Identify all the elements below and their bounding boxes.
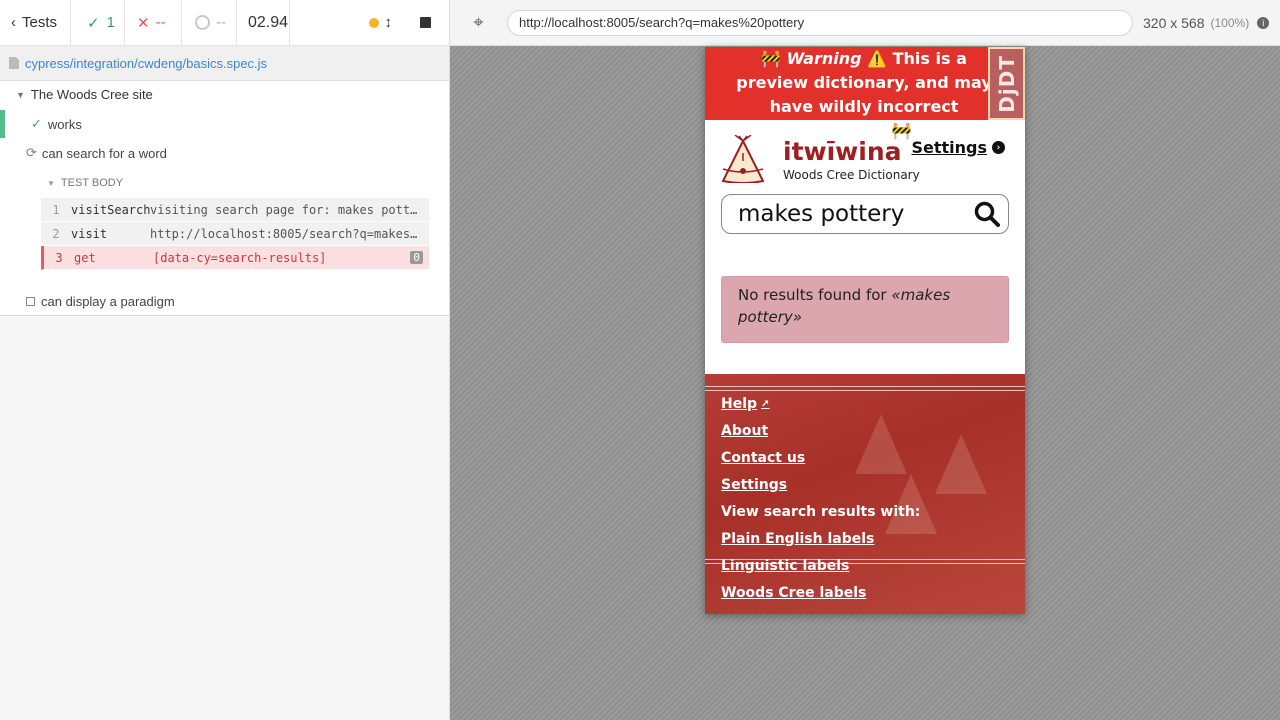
zoom-level: (100%) <box>1210 15 1250 30</box>
divider <box>705 386 1025 387</box>
command-name: visit <box>71 226 108 241</box>
info-icon[interactable]: i <box>1257 16 1270 29</box>
warning-em: Warning <box>786 49 862 68</box>
app-iframe: 🚧 Warning ⚠️ This is a preview dictionar… <box>705 47 1025 614</box>
test-item-works[interactable]: ✓ works <box>0 110 449 138</box>
stop-icon[interactable] <box>420 17 431 28</box>
run-controls: ↕ <box>290 0 449 46</box>
spec-file-bar: cypress/integration/cwdeng/basics.spec.j… <box>0 46 449 81</box>
spec-file-link[interactable]: cypress/integration/cwdeng/basics.spec.j… <box>25 56 267 71</box>
viewport-info[interactable]: 320 x 568 (100%) i <box>1143 14 1270 31</box>
footer-plain-labels-link[interactable]: Plain English labels <box>721 531 874 547</box>
footer-linguistic-labels-link[interactable]: Linguistic labels <box>721 558 849 574</box>
tipi-background-decoration <box>855 414 907 474</box>
site-subtitle: Woods Cree Dictionary <box>783 168 920 182</box>
passed-number: 1 <box>106 14 115 31</box>
settings-link[interactable]: Settings › <box>911 138 1005 157</box>
element-count-badge: 0 <box>410 251 423 264</box>
command-number: 3 <box>55 250 63 265</box>
pending-number: -- <box>216 14 226 31</box>
pending-count: -- <box>182 0 237 46</box>
caret-down-icon: ▼ <box>16 89 25 100</box>
djdt-label: DjDT <box>994 54 1019 113</box>
command-number: 1 <box>52 202 60 217</box>
suite-label: The Woods Cree site <box>30 87 153 102</box>
command-name: visitSearch <box>71 202 151 217</box>
site-title: itwīwina <box>783 137 902 166</box>
test-body-header[interactable]: ▼ TEST BODY <box>47 177 123 189</box>
auto-scroll-icon[interactable]: ↕ <box>385 14 393 31</box>
footer-settings-link[interactable]: Settings <box>721 477 787 493</box>
command-message: [data-cy=search-results] <box>153 250 327 265</box>
footer-about-link[interactable]: About <box>721 423 768 439</box>
refresh-icon: ⟳ <box>26 145 37 160</box>
tests-label: Tests <box>22 14 58 31</box>
pending-square-icon <box>26 296 35 306</box>
no-results-prefix: No results found for <box>738 286 892 304</box>
footer-cree-labels-link[interactable]: Woods Cree labels <box>721 585 866 601</box>
warning-prefix: 🚧 <box>761 49 787 68</box>
command-number: 2 <box>52 226 60 241</box>
settings-label: Settings <box>911 138 987 157</box>
file-icon <box>9 57 19 69</box>
external-link-icon: ↗ <box>761 398 770 410</box>
selector-playground-icon[interactable]: ⌖ <box>450 12 507 33</box>
url-bar[interactable]: http://localhost:8005/search?q=makes%20p… <box>507 9 1133 36</box>
search-value: makes pottery <box>738 201 905 227</box>
passed-count: ✓ 1 <box>71 0 125 46</box>
failed-count: ✕ -- <box>125 0 182 46</box>
no-results-alert: No results found for «makes pottery» <box>721 276 1009 343</box>
suite-title[interactable]: ▼ The Woods Cree site <box>16 87 153 102</box>
test-item-paradigm[interactable]: can display a paradigm <box>0 287 449 315</box>
help-label: Help <box>721 396 758 412</box>
duration: 02.94 <box>237 0 290 46</box>
site-brand[interactable]: itwīwina Woods Cree Dictionary <box>721 135 920 183</box>
footer-view-with-label: View search results with: <box>721 504 921 520</box>
x-icon: ✕ <box>137 14 150 32</box>
running-indicator-icon <box>368 17 379 28</box>
caret-down-icon: ▼ <box>47 178 55 188</box>
footer-help-link[interactable]: Help ↗ <box>721 396 769 412</box>
tipi-logo-icon <box>721 135 765 183</box>
tests-button[interactable]: ‹ Tests <box>0 0 71 46</box>
divider <box>705 390 1025 391</box>
test-item-search[interactable]: ⟳ can search for a word <box>0 139 449 167</box>
test-title: can display a paradigm <box>41 293 175 309</box>
django-debug-toolbar-handle[interactable]: DjDT <box>988 47 1025 120</box>
command-name: get <box>74 250 96 265</box>
pending-circle-icon <box>195 15 210 30</box>
passed-check-icon: ✓ <box>31 116 42 131</box>
aut-header: ⌖ http://localhost:8005/search?q=makes%2… <box>450 0 1280 46</box>
footer-contact-link[interactable]: Contact us <box>721 450 805 466</box>
failed-number: -- <box>155 14 166 31</box>
test-body-label: TEST BODY <box>60 177 124 189</box>
chevron-right-icon: › <box>992 141 1005 154</box>
tipi-background-decoration <box>935 434 987 494</box>
cypress-reporter-panel: ‹ Tests ✓ 1 ✕ -- -- 02.94 ↕ cypress/inte… <box>0 0 450 720</box>
site-footer: Help ↗ About Contact us Settings View se… <box>705 374 1025 614</box>
command-row-failing[interactable]: 3 get [data-cy=search-results] 0 <box>41 246 429 270</box>
reporter-header: ‹ Tests ✓ 1 ✕ -- -- 02.94 ↕ <box>0 0 449 46</box>
check-icon: ✓ <box>87 14 100 32</box>
command-row[interactable]: 2 visit http://localhost:8005/search?q=m… <box>41 222 429 246</box>
search-input[interactable]: makes pottery <box>721 194 1009 234</box>
viewport-size: 320 x 568 <box>1143 14 1205 31</box>
command-message: visiting search page for: makes pottery <box>150 202 429 217</box>
test-title: can search for a word <box>41 145 167 161</box>
app-under-test-area: ⌖ http://localhost:8005/search?q=makes%2… <box>450 0 1280 720</box>
command-message: http://localhost:8005/search?q=makes%20p… <box>150 226 429 241</box>
chevron-left-icon: ‹ <box>11 14 16 31</box>
search-icon[interactable] <box>974 201 1000 227</box>
test-title: works <box>47 116 82 132</box>
preview-warning-banner: 🚧 Warning ⚠️ This is a preview dictionar… <box>705 47 1025 140</box>
command-row[interactable]: 1 visitSearch visiting search page for: … <box>41 198 429 222</box>
